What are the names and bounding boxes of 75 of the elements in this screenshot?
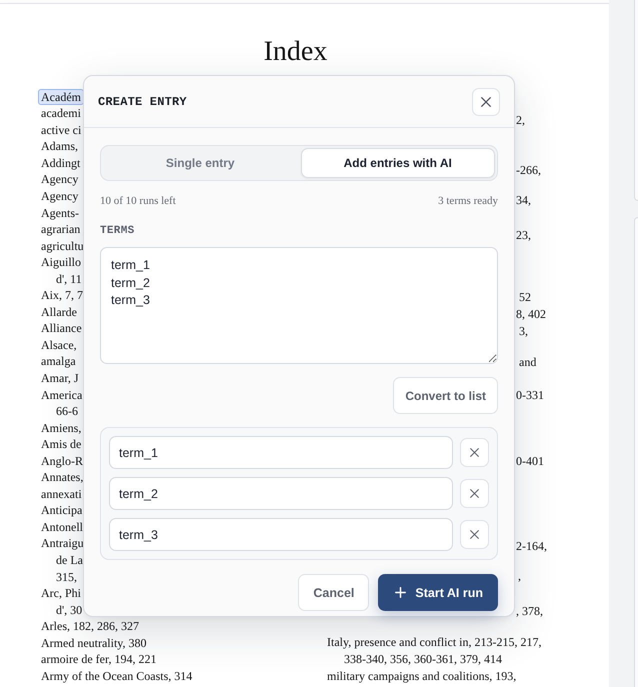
index-entry-continuation: d', 30 — [56, 602, 82, 618]
index-entry: Alliance — [41, 320, 82, 337]
index-entry: Arles, 182, 286, 327 — [41, 618, 139, 635]
index-entry: armoire de fer, 194, 221 — [41, 651, 156, 668]
close-button[interactable] — [472, 88, 500, 116]
cancel-button[interactable]: Cancel — [298, 574, 370, 611]
dialog-title: CREATE ENTRY — [98, 94, 187, 108]
index-entry: Adams, — [41, 138, 78, 155]
x-icon — [470, 489, 479, 498]
tab[interactable]: Add entries with AI — [300, 148, 495, 178]
index-entry-continuation: 66-6 — [56, 403, 78, 420]
index-entry: Aiguillo — [41, 254, 82, 271]
index-entry: Alsace, — [41, 336, 77, 354]
index-entry: Aix, 7, 7 — [41, 287, 83, 304]
index-entry: annexati — [41, 486, 82, 502]
remove-term-button[interactable] — [460, 520, 489, 549]
plus-icon — [395, 587, 406, 598]
index-entry: Anglo-R — [41, 452, 83, 470]
index-entry-fragment: , — [518, 568, 521, 586]
index-entry: Annates, — [41, 469, 84, 486]
index-entry-fragment: , 378, — [516, 603, 543, 620]
runs-left-text: 10 of 10 runs left — [100, 194, 176, 208]
index-entry-fragment: 34, — [516, 192, 531, 208]
index-entry-continuation: de La — [56, 552, 83, 569]
index-entry: Amis de — [41, 436, 82, 453]
index-entry-fragment: 0-401 — [516, 453, 544, 470]
index-entry: amalga — [41, 353, 76, 370]
term-input[interactable]: term_3 — [109, 518, 453, 551]
close-icon — [481, 96, 491, 106]
index-entry: military campaigns and coalitions, 193, — [327, 668, 516, 684]
index-entry: Académ — [38, 88, 84, 106]
index-entry: Agents- — [41, 204, 79, 222]
index-entry: Antraigu — [41, 535, 84, 552]
index-entry-fragment: and — [519, 354, 536, 372]
terms-ready-text: 3 terms ready — [438, 194, 498, 208]
index-entry-fragment: 2, — [516, 112, 525, 128]
index-entry-continuation: 315, — [56, 568, 77, 586]
index-entry-fragment: 52 — [519, 288, 531, 306]
index-entry: Anticipa — [41, 502, 82, 519]
index-entry: agrarian — [41, 221, 80, 238]
terms-label: TERMS — [100, 224, 135, 238]
start-run-button[interactable]: Start AI run — [378, 574, 498, 611]
index-title: Index — [264, 35, 328, 69]
index-entry: America — [41, 386, 82, 404]
index-entry: Amar, J — [41, 370, 79, 387]
index-entry: Agency — [41, 171, 78, 188]
index-entry: agricultu — [41, 238, 84, 254]
term-input[interactable]: term_1 — [109, 436, 453, 469]
index-entry: Antonell — [41, 518, 83, 536]
index-entry: active ci — [41, 122, 82, 138]
index-entry-continuation: d', 11 — [56, 270, 82, 288]
index-entry-continuation: 338-340, 356, 360-361, 379, 414 — [344, 651, 502, 668]
index-entry: Army of the Ocean Coasts, 314 — [41, 668, 192, 684]
index-entry-fragment: 0-331 — [516, 387, 544, 404]
index-entry: Agency — [41, 188, 78, 205]
index-entry-fragment: -266, — [516, 162, 541, 178]
convert-to-list-button[interactable]: Convert to list — [393, 377, 498, 414]
tab[interactable]: Single entry — [103, 148, 298, 178]
index-entry: academi — [41, 105, 81, 122]
remove-term-button[interactable] — [460, 479, 489, 508]
index-entry: Addingt — [41, 154, 80, 172]
index-entry-fragment: 2-164, — [516, 538, 547, 556]
index-entry-fragment: 3, — [519, 323, 528, 340]
index-entry: Amiens, — [41, 420, 82, 436]
index-entry: Armed neutrality, 380 — [41, 634, 147, 652]
index-entry-fragment: 23, — [516, 226, 531, 244]
x-icon — [470, 530, 479, 539]
remove-term-button[interactable] — [460, 438, 489, 467]
index-entry: Arc, Phi — [41, 585, 81, 602]
terms-textarea[interactable]: term_1 term_2 term_3 — [100, 247, 498, 364]
x-icon — [470, 448, 479, 457]
index-entry-fragment: 8, 402 — [516, 306, 546, 322]
index-entry: Italy, presence and conflict in, 213-215, 217, — [327, 634, 542, 652]
index-entry: Allarde — [41, 304, 77, 320]
term-input[interactable]: term_2 — [109, 477, 453, 510]
